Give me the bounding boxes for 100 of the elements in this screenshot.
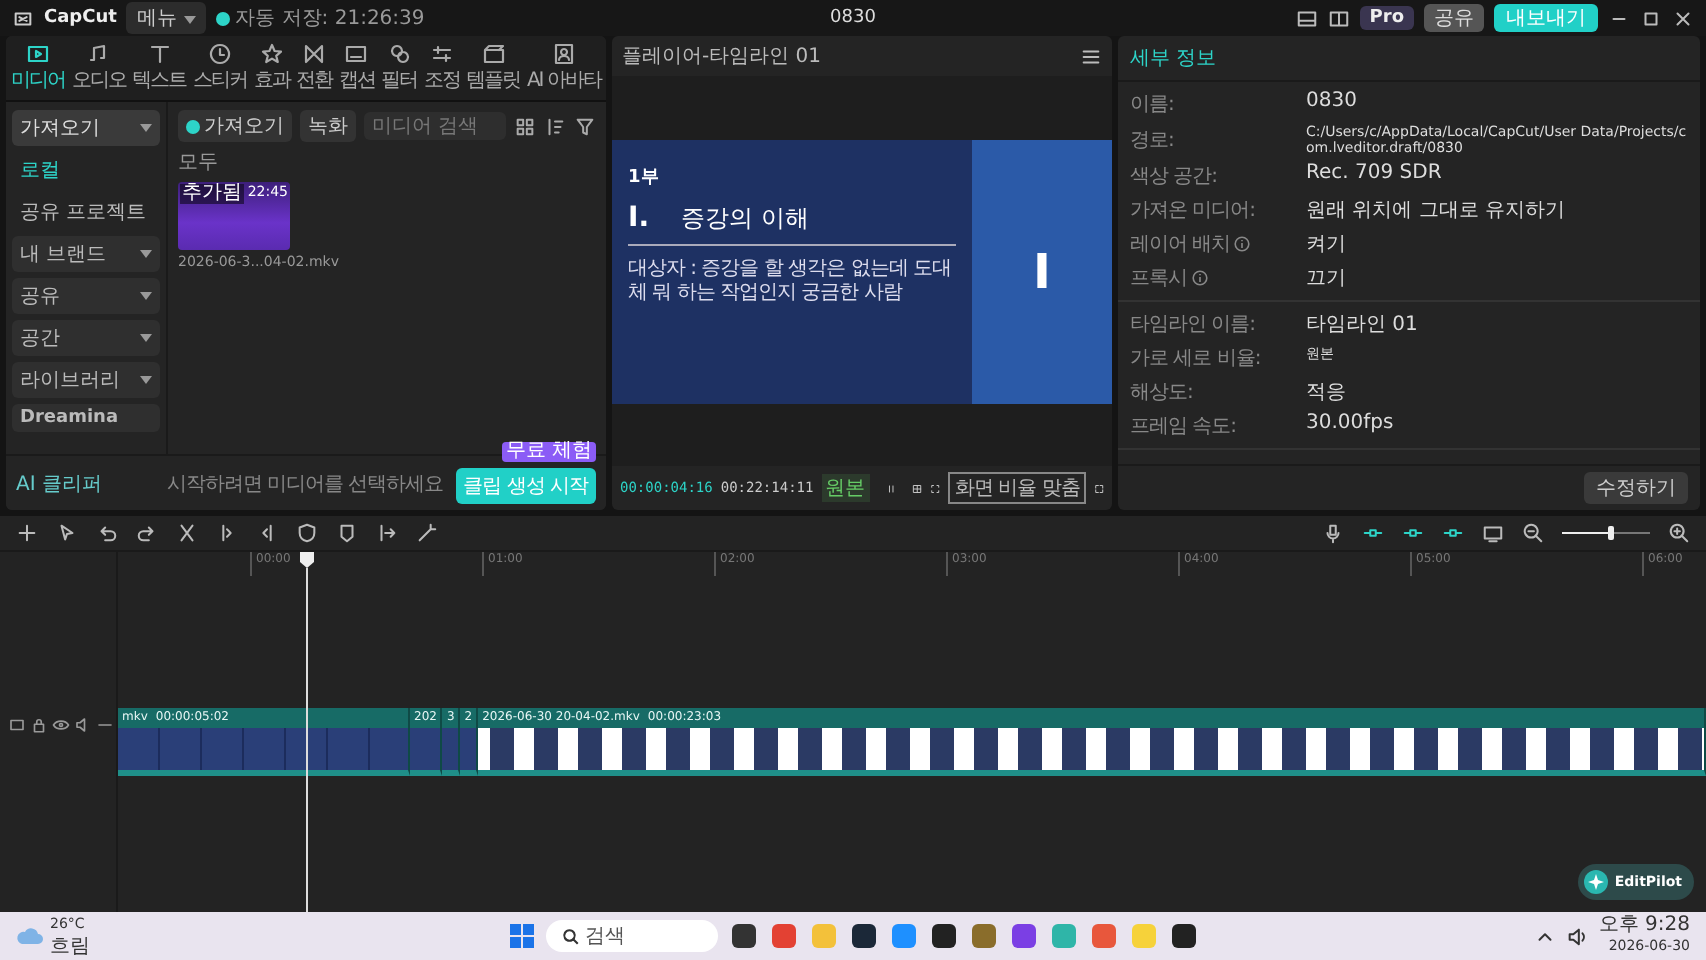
detail-value: Rec. 709 SDR [1306, 162, 1442, 188]
ai-clipper-label: AI 클리퍼 [16, 471, 102, 497]
playhead[interactable] [300, 552, 314, 912]
plus-icon[interactable] [16, 522, 38, 544]
tool-tab[interactable]: 전환 [292, 40, 336, 96]
sparkle-icon [1584, 870, 1609, 894]
tool-tab[interactable]: 템플릿 [463, 40, 524, 96]
detail-label: 이름: [1130, 92, 1176, 118]
detail-label: 가져온 미디어: [1130, 198, 1258, 224]
cover-icon[interactable] [8, 716, 26, 734]
playhead-handle-icon[interactable] [300, 552, 314, 568]
undo-icon[interactable] [96, 522, 118, 544]
maximize-icon[interactable] [1640, 7, 1662, 29]
sidebar-dropdown[interactable]: 가져오기 [12, 110, 160, 146]
detail-label: 해상도: [1130, 380, 1195, 406]
tool-tab[interactable]: AI 아바타 [523, 40, 605, 96]
ai-clipper-hint: 시작하려면 미디어를 선택하세요 [164, 471, 444, 497]
app-icon[interactable] [1169, 922, 1197, 950]
caret-icon [140, 250, 152, 258]
sort-icon[interactable] [544, 115, 566, 137]
caret-icon [140, 292, 152, 300]
filter-label: 모두 [178, 150, 220, 176]
windows-logo-icon[interactable] [509, 924, 533, 948]
caption-icon [344, 42, 369, 66]
project-title: 0830 [830, 8, 876, 28]
search-field[interactable]: 미디어 검색 [364, 112, 506, 140]
layout-icon[interactable] [1295, 7, 1318, 29]
split-icon[interactable] [176, 522, 198, 544]
quality-button[interactable]: 원본 [821, 474, 870, 502]
caret-icon [140, 334, 152, 342]
record-button[interactable]: 녹화 [300, 110, 356, 142]
detail-value: 30.00fps [1306, 412, 1394, 438]
tool-tab[interactable]: 효과 [250, 40, 293, 96]
tool-tab[interactable]: 필터 [377, 40, 421, 96]
app-icon[interactable] [929, 922, 957, 950]
detail-label: 경로: [1130, 128, 1176, 156]
speaker-icon[interactable] [1566, 925, 1589, 947]
menu-button[interactable]: 메뉴 [126, 2, 206, 34]
preview-icon[interactable] [1482, 522, 1504, 544]
import-button[interactable]: 가져오기 [178, 110, 292, 142]
grid-icon[interactable] [514, 115, 536, 137]
star-icon [259, 42, 284, 66]
sidebar-dropdown[interactable]: 라이브러리 [12, 362, 160, 398]
tool-tab[interactable]: 캡션 [335, 40, 378, 96]
sidebar-dropdown[interactable]: 공간 [12, 320, 160, 356]
logo-icon [12, 7, 34, 29]
sidebar-item[interactable]: 공유 프로젝트 [12, 194, 160, 230]
caret-icon [183, 16, 196, 24]
tool-tab[interactable]: 미디어 [8, 40, 69, 96]
eye-icon[interactable] [52, 716, 70, 734]
promo-badge: 무료 체험 [501, 442, 596, 462]
pro-button[interactable]: Pro [1359, 6, 1414, 30]
cursor-icon[interactable] [56, 522, 78, 544]
clock-time: 오후 9:28 [1598, 914, 1690, 936]
weather-condition: 흐림 [50, 936, 90, 958]
zoom-out-icon[interactable] [1522, 522, 1544, 544]
clapperboard-icon [481, 42, 506, 66]
layout-icon[interactable] [1327, 7, 1350, 29]
music-note-icon [86, 42, 111, 66]
sidebar-dropdown[interactable]: 공유 [12, 278, 160, 314]
share-button[interactable]: 공유 [1424, 4, 1484, 32]
sidebar-item[interactable]: Dreamina [12, 404, 160, 432]
filter-icon[interactable] [574, 115, 596, 137]
close-icon[interactable] [1672, 7, 1694, 29]
info-icon [1234, 236, 1251, 252]
redo-icon[interactable] [136, 522, 158, 544]
shield-icon[interactable] [296, 522, 318, 544]
autosave-status: 자동 저장: 21:26:39 [215, 4, 425, 32]
cloud-icon [16, 926, 44, 946]
freeze-icon[interactable] [376, 522, 398, 544]
menu-icon[interactable] [1080, 45, 1102, 67]
sliders-icon [429, 42, 454, 66]
tool-tab[interactable]: 스티커 [189, 40, 251, 96]
detail-label: 가로 세로 비율: [1130, 346, 1263, 372]
zoom-slider[interactable] [1562, 524, 1650, 542]
wand-icon[interactable] [416, 522, 438, 544]
lock-icon[interactable] [30, 716, 48, 734]
ratio-button[interactable]: 화면 비율 맞춤 [948, 472, 1086, 504]
sidebar-item[interactable]: 로컬 [12, 152, 160, 188]
marker-icon[interactable] [336, 522, 358, 544]
trim-right-icon[interactable] [256, 522, 278, 544]
detail-value: 타임라인 01 [1306, 312, 1418, 338]
app-icon[interactable] [729, 922, 757, 950]
app-icon[interactable] [849, 922, 877, 950]
edit-button[interactable]: 수정하기 [1584, 472, 1688, 504]
taskbar-search[interactable]: 검색 [545, 920, 717, 952]
zoom-in-icon[interactable] [1668, 522, 1690, 544]
slide-heading: 증강의 이해 [681, 201, 809, 235]
slide-numeral: I. [628, 202, 650, 234]
microphone-icon[interactable] [1322, 522, 1344, 544]
detail-label: 프록시 [1130, 264, 1294, 292]
tool-tab[interactable]: 텍스트 [129, 40, 190, 96]
sidebar-dropdown[interactable]: 내 브랜드 [12, 236, 160, 272]
info-icon [1191, 270, 1207, 286]
tool-tab[interactable]: 조정 [420, 40, 464, 96]
caret-icon [140, 124, 152, 132]
detail-label: 타임라인 이름: [1130, 312, 1258, 338]
slide-side-numeral: I [1033, 243, 1051, 299]
added-badge: 추가됨 [180, 184, 244, 204]
tool-tab[interactable]: 오디오 [68, 40, 130, 96]
